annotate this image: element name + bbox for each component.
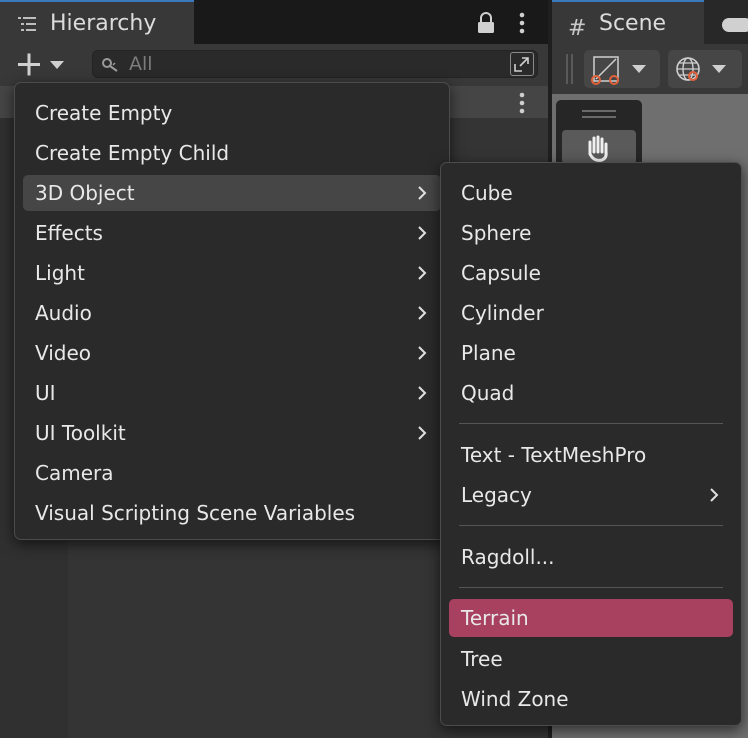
menu-item-tree[interactable]: Tree	[449, 641, 733, 677]
menu-item-cylinder[interactable]: Cylinder	[449, 295, 733, 331]
menu-item-create-empty[interactable]: Create Empty	[23, 95, 441, 131]
menu-item-terrain[interactable]: Terrain	[449, 599, 733, 637]
hierarchy-tab-label: Hierarchy	[50, 11, 157, 36]
menu-item-label: Camera	[35, 461, 114, 485]
menu-item-label: Cube	[461, 181, 513, 205]
menu-item-plane[interactable]: Plane	[449, 335, 733, 371]
plus-icon	[18, 53, 64, 76]
create-dropdown-button[interactable]	[12, 50, 70, 80]
menu-item-ui-toolkit[interactable]: UI Toolkit	[23, 415, 441, 451]
menu-item-label: Text - TextMeshPro	[461, 443, 647, 467]
menu-item-sphere[interactable]: Sphere	[449, 215, 733, 251]
menu-item-video[interactable]: Video	[23, 335, 441, 371]
gamepad-icon	[722, 18, 748, 32]
chevron-right-icon	[418, 266, 427, 280]
menu-item-label: Legacy	[461, 483, 532, 507]
more-vert-icon[interactable]	[516, 92, 528, 114]
menu-item-visual-scripting-scene-variables[interactable]: Visual Scripting Scene Variables	[23, 495, 441, 531]
chevron-right-icon	[710, 488, 719, 502]
menu-item-camera[interactable]: Camera	[23, 455, 441, 491]
menu-item-label: UI	[35, 381, 56, 405]
chevron-right-icon	[418, 386, 427, 400]
chevron-right-icon	[418, 306, 427, 320]
menu-item-label: 3D Object	[35, 181, 135, 205]
menu-item-label: Sphere	[461, 221, 532, 245]
menu-item-label: Plane	[461, 341, 516, 365]
menu-item-label: Tree	[461, 647, 503, 671]
tab-scene[interactable]: # Scene	[552, 0, 704, 44]
create-menu: Create Empty Create Empty Child 3D Objec…	[14, 82, 450, 540]
menu-item-light[interactable]: Light	[23, 255, 441, 291]
toolbar-drag-handle[interactable]	[566, 54, 574, 84]
menu-item-label: Cylinder	[461, 301, 544, 325]
menu-item-legacy[interactable]: Legacy	[449, 477, 733, 513]
menu-item-label: Visual Scripting Scene Variables	[35, 501, 356, 525]
menu-item-label: Create Empty	[35, 101, 173, 125]
chevron-right-icon	[418, 226, 427, 240]
menu-item-ragdoll[interactable]: Ragdoll...	[449, 539, 733, 575]
menu-item-label: Create Empty Child	[35, 141, 230, 165]
hierarchy-icon	[18, 17, 36, 31]
tab-hierarchy[interactable]: Hierarchy	[0, 0, 194, 44]
shading-mode-dropdown[interactable]	[584, 50, 660, 88]
chevron-right-icon	[418, 346, 427, 360]
menu-item-label: Audio	[35, 301, 92, 325]
menu-separator	[459, 525, 723, 526]
lock-icon[interactable]	[476, 12, 496, 34]
more-vert-icon[interactable]	[516, 12, 528, 34]
menu-item-3d-object[interactable]: 3D Object	[23, 175, 441, 211]
chevron-right-icon	[418, 426, 427, 440]
chevron-right-icon	[418, 186, 427, 200]
menu-item-label: Light	[35, 261, 85, 285]
hand-tool-button[interactable]	[562, 130, 636, 164]
menu-item-ui[interactable]: UI	[23, 375, 441, 411]
menu-item-cube[interactable]: Cube	[449, 175, 733, 211]
menu-item-wind-zone[interactable]: Wind Zone	[449, 681, 733, 717]
menu-item-label: Ragdoll...	[461, 545, 555, 569]
menu-item-quad[interactable]: Quad	[449, 375, 733, 411]
menu-item-create-empty-child[interactable]: Create Empty Child	[23, 135, 441, 171]
search-placeholder: All	[129, 53, 153, 75]
menu-item-capsule[interactable]: Capsule	[449, 255, 733, 291]
gizmos-dropdown[interactable]	[668, 50, 742, 88]
hand-icon	[588, 135, 608, 162]
menu-item-audio[interactable]: Audio	[23, 295, 441, 331]
expand-icon[interactable]	[510, 52, 534, 76]
grid-icon: #	[568, 16, 587, 41]
menu-item-label: UI Toolkit	[35, 421, 126, 445]
menu-item-label: Capsule	[461, 261, 541, 285]
menu-item-label: Terrain	[461, 606, 529, 630]
search-icon	[102, 58, 118, 72]
scene-tab-label: Scene	[599, 11, 667, 36]
shading-mode-icon	[591, 56, 646, 85]
menu-separator	[459, 423, 723, 424]
menu-item-label: Video	[35, 341, 92, 365]
search-input[interactable]: All	[92, 50, 538, 78]
menu-item-label: Effects	[35, 221, 103, 245]
menu-item-text-textmeshpro[interactable]: Text - TextMeshPro	[449, 437, 733, 473]
3d-object-submenu: Cube Sphere Capsule Cylinder Plane Quad …	[440, 162, 742, 726]
menu-item-label: Wind Zone	[461, 687, 569, 711]
menu-separator	[459, 587, 723, 588]
globe-icon	[676, 57, 726, 81]
menu-item-effects[interactable]: Effects	[23, 215, 441, 251]
menu-item-label: Quad	[461, 381, 515, 405]
